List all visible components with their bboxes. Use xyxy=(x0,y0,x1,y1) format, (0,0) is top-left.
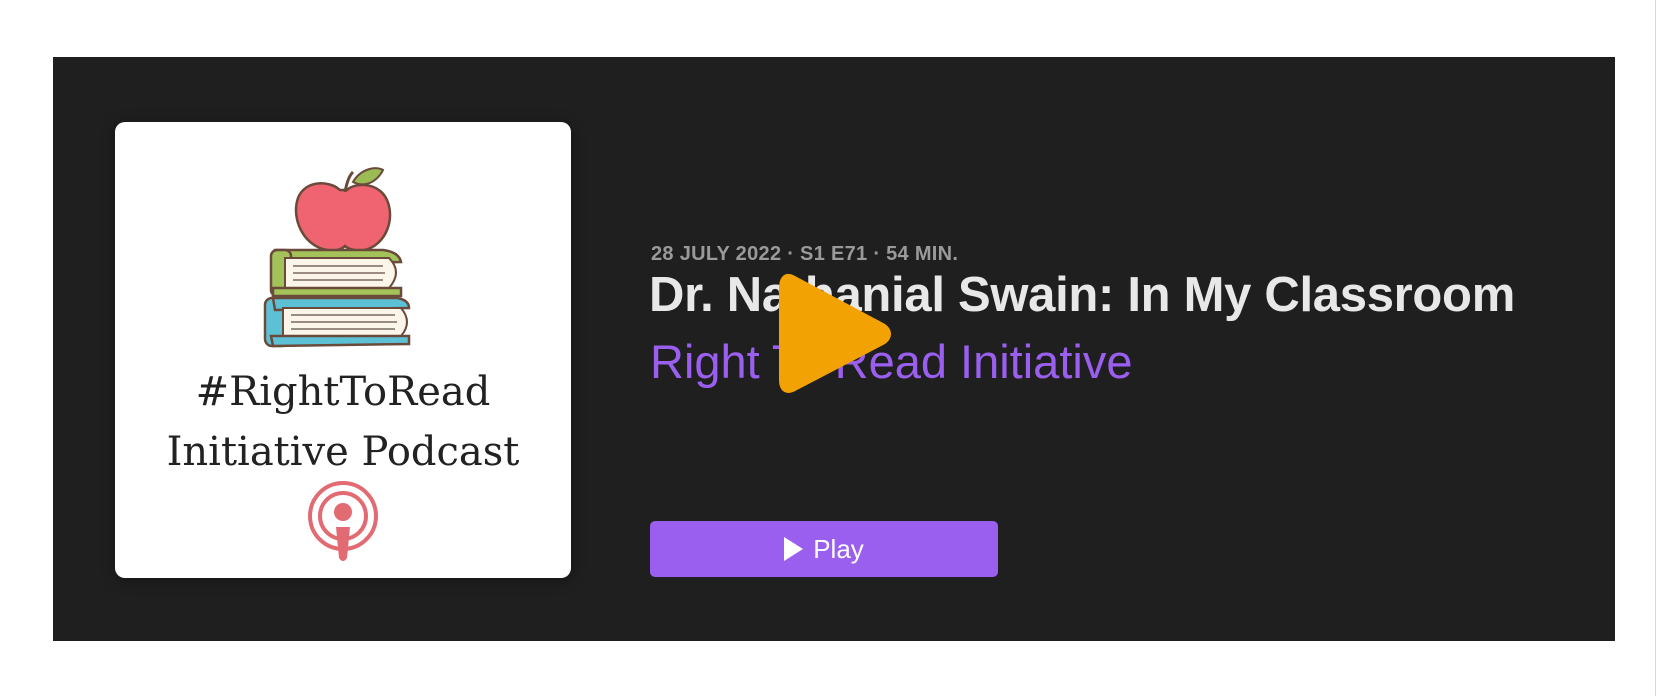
podcast-artwork: #RightToRead Initiative Podcast xyxy=(115,122,571,578)
episode-meta: 28 JULY 2022 · S1 E71 · 54 MIN. xyxy=(651,243,959,265)
overlay-play-icon xyxy=(779,274,891,393)
play-button[interactable]: Play xyxy=(650,521,998,577)
podcast-icon xyxy=(308,481,378,561)
overlay-play-button[interactable] xyxy=(778,270,893,398)
artwork-graphic: #RightToRead Initiative Podcast xyxy=(167,167,520,561)
play-icon xyxy=(784,537,804,561)
apple-icon xyxy=(294,167,392,252)
play-button-label: Play xyxy=(813,533,864,564)
books-icon xyxy=(263,248,411,348)
artwork-title-line2: Initiative Podcast xyxy=(167,429,520,475)
page-scrollbar[interactable] xyxy=(1655,0,1667,696)
artwork-title-line1: #RightToRead xyxy=(196,369,491,415)
